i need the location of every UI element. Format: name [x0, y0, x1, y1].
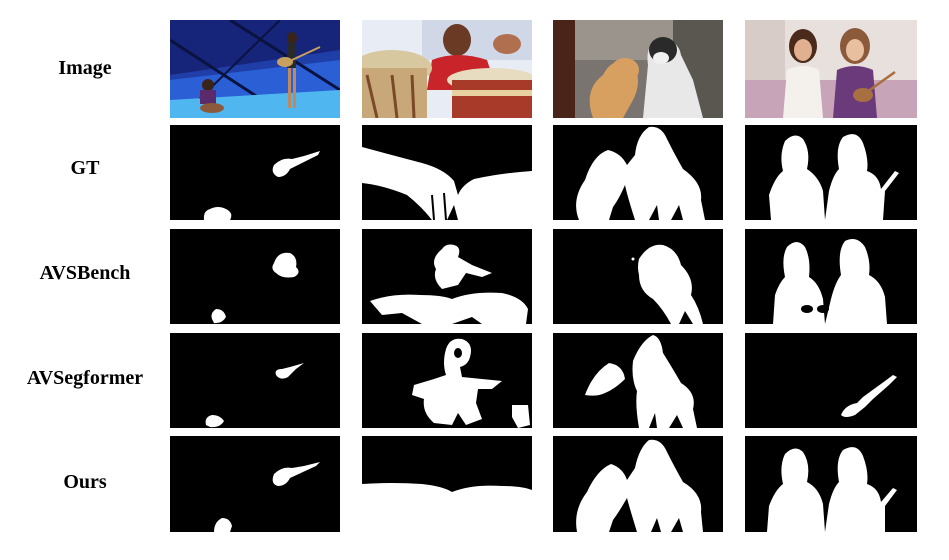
mask-gt-girls [745, 125, 917, 220]
row-label-gt: GT [70, 157, 100, 179]
row-label-image: Image [58, 57, 112, 79]
mask-avsegformer-tabla [362, 333, 532, 428]
row-label-avsbench: AVSBench [39, 262, 131, 284]
image-guitar-concert [170, 20, 340, 118]
mask-avsegformer-girls [745, 333, 917, 428]
mask-avsbench-cats [553, 229, 723, 324]
mask-gt-tabla [362, 125, 532, 220]
mask-ours-cats [553, 436, 723, 532]
mask-avsbench-guitar [170, 229, 340, 324]
mask-avsbench-tabla [362, 229, 532, 324]
mask-avsbench-girls [745, 229, 917, 324]
mask-ours-girls [745, 436, 917, 532]
row-label-avsegformer: AVSegformer [26, 367, 144, 389]
mask-gt-guitar [170, 125, 340, 220]
image-tabla-boy [362, 20, 532, 118]
mask-gt-cats [553, 125, 723, 220]
mask-avsegformer-guitar [170, 333, 340, 428]
image-two-cats [553, 20, 723, 118]
mask-avsegformer-cats [553, 333, 723, 428]
mask-ours-guitar [170, 436, 340, 532]
image-two-girls-ukulele [745, 20, 917, 118]
row-label-ours: Ours [63, 471, 107, 493]
mask-ours-tabla [362, 436, 532, 532]
